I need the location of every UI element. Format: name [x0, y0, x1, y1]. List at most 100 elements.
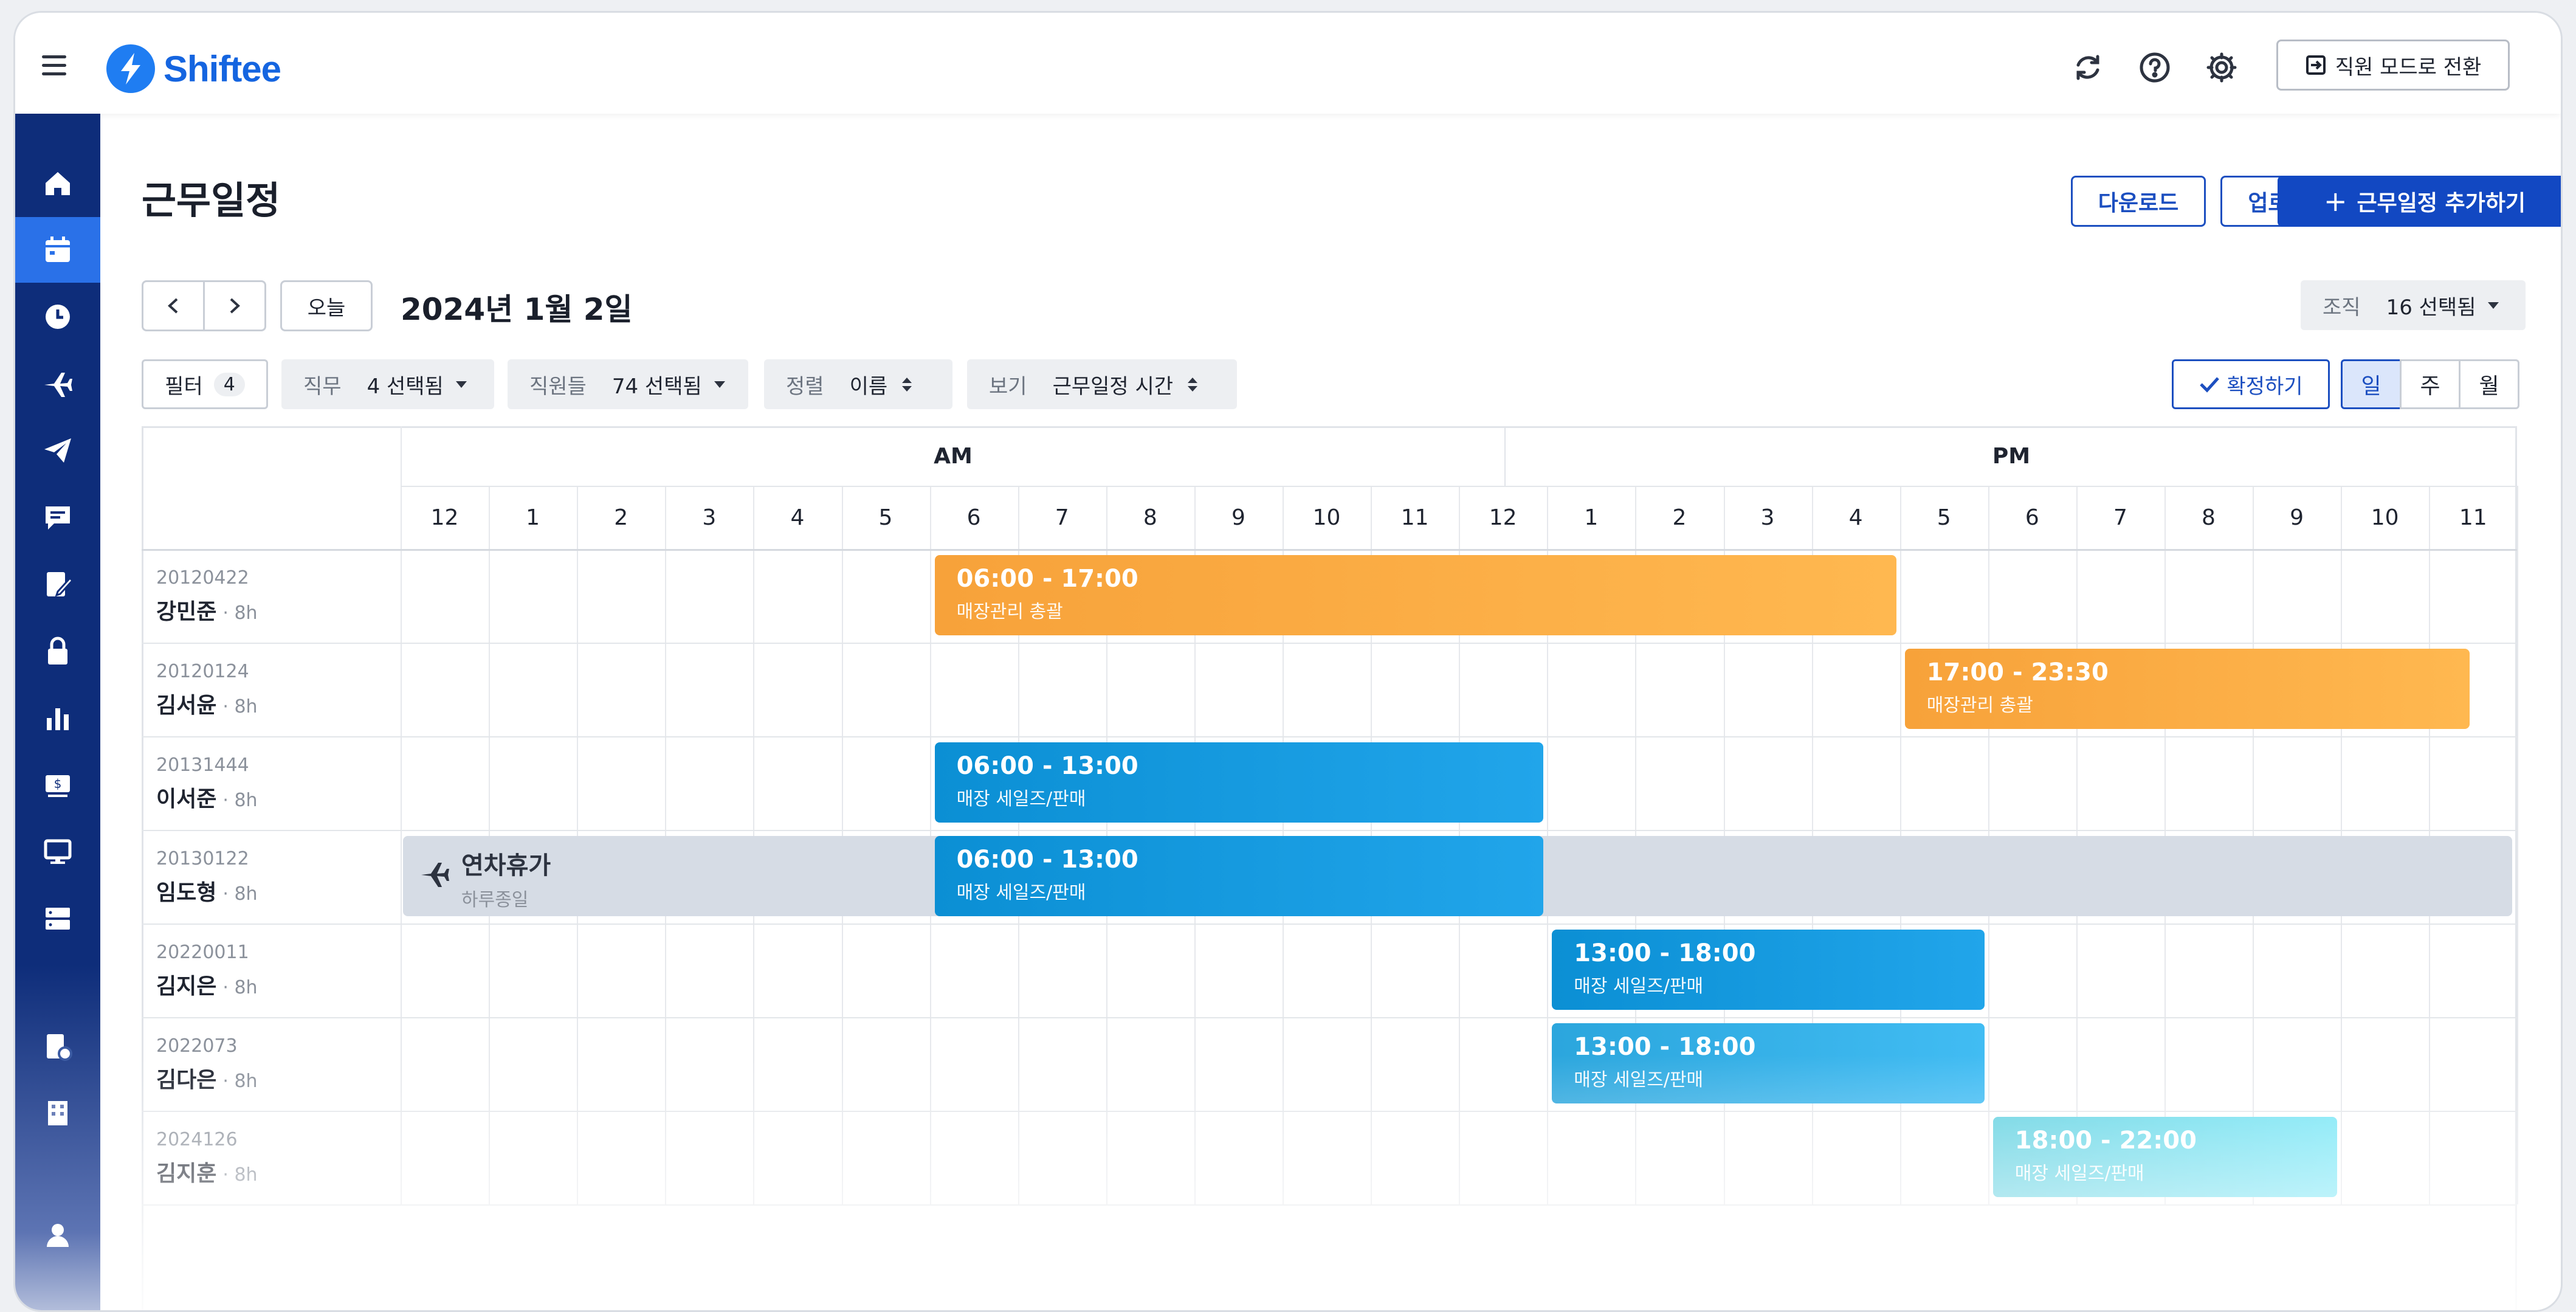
airplane-icon: [421, 863, 449, 887]
employee-hours: · 8h: [222, 883, 258, 905]
calendar-icon: [46, 237, 70, 262]
employee-name: 강민준: [156, 599, 217, 624]
shift-role: 매장 세일즈/판매: [2014, 1163, 2144, 1184]
employee-name-row[interactable]: 이서준 · 8h: [156, 781, 258, 813]
hour-label: 1: [526, 505, 540, 530]
next-day-button[interactable]: [203, 280, 266, 331]
hour-label: 5: [878, 505, 893, 530]
today-button[interactable]: 오늘: [280, 280, 373, 331]
view-value: 근무일정 시간: [1052, 374, 1174, 399]
employee-mode-label: 직원 모드로 전환: [2335, 55, 2482, 80]
employee-mode-button[interactable]: 직원 모드로 전환: [2276, 40, 2510, 91]
employee-id: 20120422: [156, 567, 249, 589]
add-schedule-label: 근무일정 추가하기: [2357, 191, 2526, 216]
add-schedule-button[interactable]: + 근무일정 추가하기: [2278, 176, 2561, 227]
confirm-button[interactable]: 확정하기: [2172, 359, 2330, 409]
employee-name: 임도형: [156, 880, 217, 905]
employee-name: 김지은: [156, 974, 217, 999]
employee-name-row[interactable]: 김지은 · 8h: [156, 968, 258, 1000]
hour-label: 11: [1400, 505, 1429, 530]
employee-name-row[interactable]: 강민준 · 8h: [156, 594, 258, 626]
hour-gridline: [2517, 486, 2519, 1204]
clock-icon: [46, 305, 70, 329]
sidebar-item-reports[interactable]: [15, 685, 100, 751]
view-mode-day[interactable]: 일: [2341, 359, 2402, 409]
sidebar-item-devices[interactable]: [15, 819, 100, 885]
shift-role: 매장 세일즈/판매: [956, 882, 1086, 903]
sidebar-item-messages[interactable]: [15, 485, 100, 550]
svg-text:$: $: [54, 776, 62, 791]
filter-count-badge: 4: [213, 372, 245, 396]
sidebar-item-company-settings[interactable]: [15, 1013, 100, 1079]
employee-hours: · 8h: [222, 790, 258, 811]
refresh-icon[interactable]: [2070, 49, 2106, 86]
employee-hours: · 8h: [222, 1164, 258, 1186]
prev-day-button[interactable]: [142, 280, 205, 331]
home-icon: [46, 172, 70, 195]
hour-label: 6: [2025, 505, 2039, 530]
shift-block[interactable]: 06:00 - 13:00 매장 세일즈/판매: [934, 836, 1544, 916]
sidebar-item-profile[interactable]: [15, 1202, 100, 1268]
shift-block[interactable]: 06:00 - 13:00 매장 세일즈/판매: [934, 742, 1544, 823]
pm-header: PM: [1504, 426, 2517, 486]
sidebar-item-home[interactable]: [15, 150, 100, 216]
shift-role: 매장 세일즈/판매: [956, 789, 1086, 810]
sidebar-item-documents[interactable]: [15, 551, 100, 617]
sort-updown-icon: [902, 377, 912, 392]
sidebar-item-payroll[interactable]: $: [15, 752, 100, 818]
help-icon[interactable]: [2137, 49, 2173, 86]
hamburger-menu-icon[interactable]: [42, 55, 66, 75]
switch-mode-icon: [2306, 55, 2326, 75]
hour-label: 12: [1489, 505, 1517, 530]
download-button[interactable]: 다운로드: [2071, 176, 2206, 227]
sidebar-item-workplace[interactable]: [15, 1080, 100, 1146]
check-icon: [2200, 377, 2220, 393]
row-divider: [142, 1017, 2517, 1018]
shift-block[interactable]: 17:00 - 23:30 매장관리 총괄: [1904, 649, 2470, 729]
shift-block[interactable]: 13:00 - 18:00 매장 세일즈/판매: [1552, 930, 1985, 1010]
job-select[interactable]: 직무 4 선택됨: [281, 359, 494, 409]
shift-time: 13:00 - 18:00: [1574, 1033, 1756, 1061]
shift-block[interactable]: 06:00 - 17:00 매장관리 총괄: [934, 555, 1896, 635]
app-logo[interactable]: Shiftee: [106, 43, 281, 94]
filter-button[interactable]: 필터 4: [142, 359, 268, 409]
hour-label: 10: [1312, 505, 1341, 530]
shift-block[interactable]: 18:00 - 22:00 매장 세일즈/판매: [1992, 1117, 2338, 1197]
employee-name-row[interactable]: 임도형 · 8h: [156, 875, 258, 906]
sidebar-item-attendance[interactable]: [15, 284, 100, 350]
hour-label: 9: [1231, 505, 1245, 530]
employee-name: 이서준: [156, 787, 217, 812]
shift-role: 매장관리 총괄: [1926, 695, 2033, 716]
logo-icon: [106, 44, 155, 93]
current-date: 2024년 1월 2일: [401, 292, 633, 327]
view-mode-month[interactable]: 월: [2459, 359, 2519, 409]
sidebar-item-leave[interactable]: [15, 351, 100, 416]
org-select[interactable]: 조직 16 선택됨: [2301, 280, 2526, 330]
bar-chart-icon: [47, 708, 69, 730]
view-select[interactable]: 보기 근무일정 시간: [967, 359, 1237, 409]
employee-id: 20220011: [156, 942, 249, 963]
employee-hours: · 8h: [222, 602, 258, 624]
settings-gear-icon[interactable]: [2203, 49, 2240, 86]
sidebar-item-integrations[interactable]: [15, 886, 100, 951]
hour-label: 4: [1848, 505, 1863, 530]
hour-label: 7: [1055, 505, 1069, 530]
sidebar-item-requests[interactable]: [15, 418, 100, 483]
sidebar-item-security[interactable]: [15, 618, 100, 684]
employee-name-row[interactable]: 김지훈 · 8h: [156, 1156, 258, 1187]
sidebar-item-schedule[interactable]: [15, 217, 100, 283]
shift-block[interactable]: 13:00 - 18:00 매장 세일즈/판매: [1552, 1023, 1985, 1103]
job-value: 4 선택됨: [367, 374, 444, 399]
shift-role: 매장 세일즈/판매: [1574, 976, 1704, 997]
view-mode-week[interactable]: 주: [2400, 359, 2461, 409]
employee-name-row[interactable]: 김서윤 · 8h: [156, 688, 258, 719]
shift-time: 06:00 - 17:00: [956, 565, 1138, 593]
view-key: 보기: [989, 374, 1027, 399]
hour-label: 3: [702, 505, 717, 530]
hour-label: 5: [1937, 505, 1951, 530]
monitor-icon: [44, 839, 72, 864]
staff-select[interactable]: 직원들 74 선택됨: [508, 359, 748, 409]
employee-name-row[interactable]: 김다은 · 8h: [156, 1062, 258, 1094]
sort-select[interactable]: 정렬 이름: [764, 359, 952, 409]
app-window: Shiftee 직원 모드로 전환 $ 근무일정 다운로드 + 근무일정 추가하…: [13, 11, 2563, 1312]
